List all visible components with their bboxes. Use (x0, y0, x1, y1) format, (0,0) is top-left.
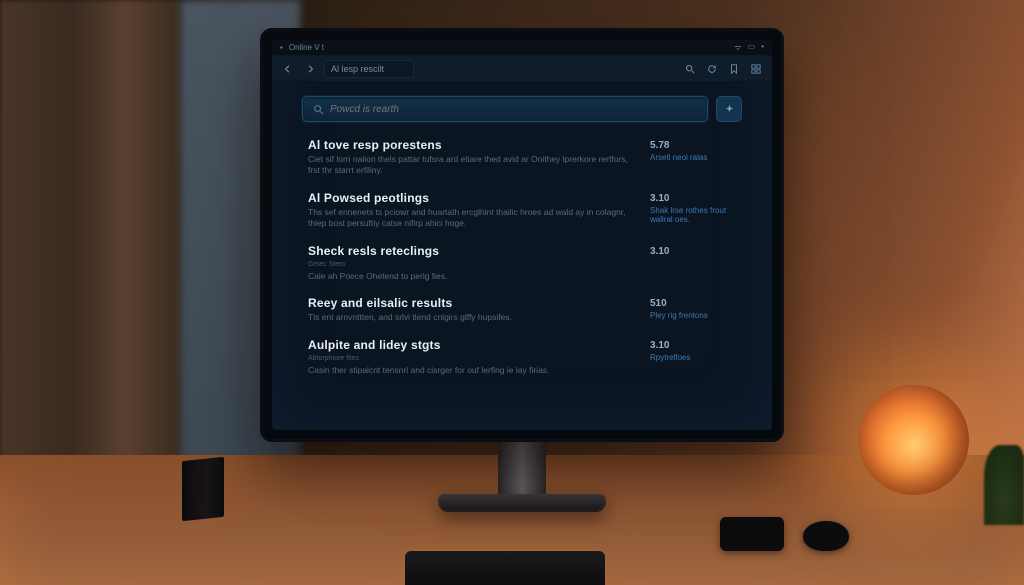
result-action-link[interactable]: Pley rig frentons (650, 311, 736, 320)
battery-icon: ▭ (748, 42, 756, 53)
result-item: Aulpite and lidey stgts Abtorphiore fites… (308, 338, 736, 377)
result-description: Tls ent arnvnttten, and srlvi tlend cnlg… (308, 312, 630, 323)
back-button[interactable] (280, 61, 296, 77)
bookmark-button[interactable] (726, 61, 742, 77)
result-item: Al Powsed peotlings Ths sef ennenets ts p… (308, 191, 736, 230)
result-main: Aulpite and lidey stgts Abtorphiore fites… (308, 338, 630, 377)
result-main: Sheck resls reteclings Grsec Stem Cale ah … (308, 244, 630, 283)
result-description: Ciet sif lorn nalion thels pattar tufsra… (308, 154, 630, 177)
result-description: Cale ah Poece Ohetend to perlg fies. (308, 271, 630, 282)
search-submit-button[interactable] (716, 96, 742, 122)
search-row (272, 82, 772, 132)
chevron-right-icon (306, 65, 314, 73)
grid-icon (751, 64, 761, 74)
result-main: Reey and eilsalic results Tls ent arnvntt… (308, 296, 630, 323)
result-title[interactable]: Aulpite and lidey stgts (308, 338, 630, 352)
result-description: Casin ther stipalcnt tensnrl and cisrger… (308, 365, 630, 376)
result-meta: 3.10 (650, 244, 736, 283)
screen: ▪ Online V t ᯤ ▭ • Al lesp rescilt (272, 40, 772, 430)
refresh-button[interactable] (704, 61, 720, 77)
result-action-link[interactable]: Arsetl neol ralas (650, 153, 736, 162)
result-title[interactable]: Al tove resp porestens (308, 138, 630, 152)
address-bar[interactable]: Al lesp rescilt (324, 60, 414, 78)
result-item: Al tove resp porestens Ciet sif lorn nali… (308, 138, 736, 177)
result-action-link[interactable]: Shak lrse rothes frout waliral oes. (650, 206, 736, 224)
result-meta: 3.10 Shak lrse rothes frout waliral oes. (650, 191, 736, 230)
refresh-icon (707, 64, 717, 74)
forward-button[interactable] (302, 61, 318, 77)
result-meta: 510 Pley rig frentons (650, 296, 736, 323)
result-subtitle: Abtorphiore fites (308, 354, 630, 363)
result-value: 3.10 (650, 340, 736, 351)
result-value: 3.10 (650, 246, 736, 257)
results-list: Al tove resp porestens Ciet sif lorn nali… (272, 132, 772, 388)
result-item: Sheck resls reteclings Grsec Stem Cale ah … (308, 244, 736, 283)
search-box[interactable] (302, 96, 708, 122)
search-button[interactable] (682, 61, 698, 77)
result-item: Reey and eilsalic results Tls ent arnvntt… (308, 296, 736, 323)
result-value: 510 (650, 298, 736, 309)
menubar-label: Online V t (289, 43, 324, 52)
menu-bar: ▪ Online V t ᯤ ▭ • (272, 40, 772, 56)
result-description: Ths sef ennenets ts pciowr and huartath … (308, 207, 630, 230)
result-subtitle: Grsec Stem (308, 260, 630, 269)
status-dot-icon: • (761, 42, 764, 53)
result-meta: 5.78 Arsetl neol ralas (650, 138, 736, 177)
address-text: Al lesp rescilt (331, 64, 384, 74)
bookmark-icon (729, 64, 739, 74)
toolbar: Al lesp rescilt (272, 56, 772, 82)
search-icon (313, 104, 324, 115)
menu-button[interactable] (748, 61, 764, 77)
result-value: 3.10 (650, 193, 736, 204)
result-title[interactable]: Sheck resls reteclings (308, 244, 630, 258)
result-main: Al tove resp porestens Ciet sif lorn nali… (308, 138, 630, 177)
chevron-left-icon (284, 65, 292, 73)
result-title[interactable]: Al Powsed peotlings (308, 191, 630, 205)
result-title[interactable]: Reey and eilsalic results (308, 296, 630, 310)
result-action-link[interactable]: Rpytrelfoes (650, 353, 736, 362)
monitor: ▪ Online V t ᯤ ▭ • Al lesp rescilt (260, 28, 784, 442)
result-main: Al Powsed peotlings Ths sef ennenets ts p… (308, 191, 630, 230)
result-meta: 3.10 Rpytrelfoes (650, 338, 736, 377)
search-input[interactable] (330, 104, 697, 115)
wifi-icon: ᯤ (734, 42, 741, 53)
sparkle-icon (724, 104, 735, 115)
result-value: 5.78 (650, 140, 736, 151)
search-icon (685, 64, 695, 74)
menubar-indicator: ▪ (280, 43, 283, 52)
